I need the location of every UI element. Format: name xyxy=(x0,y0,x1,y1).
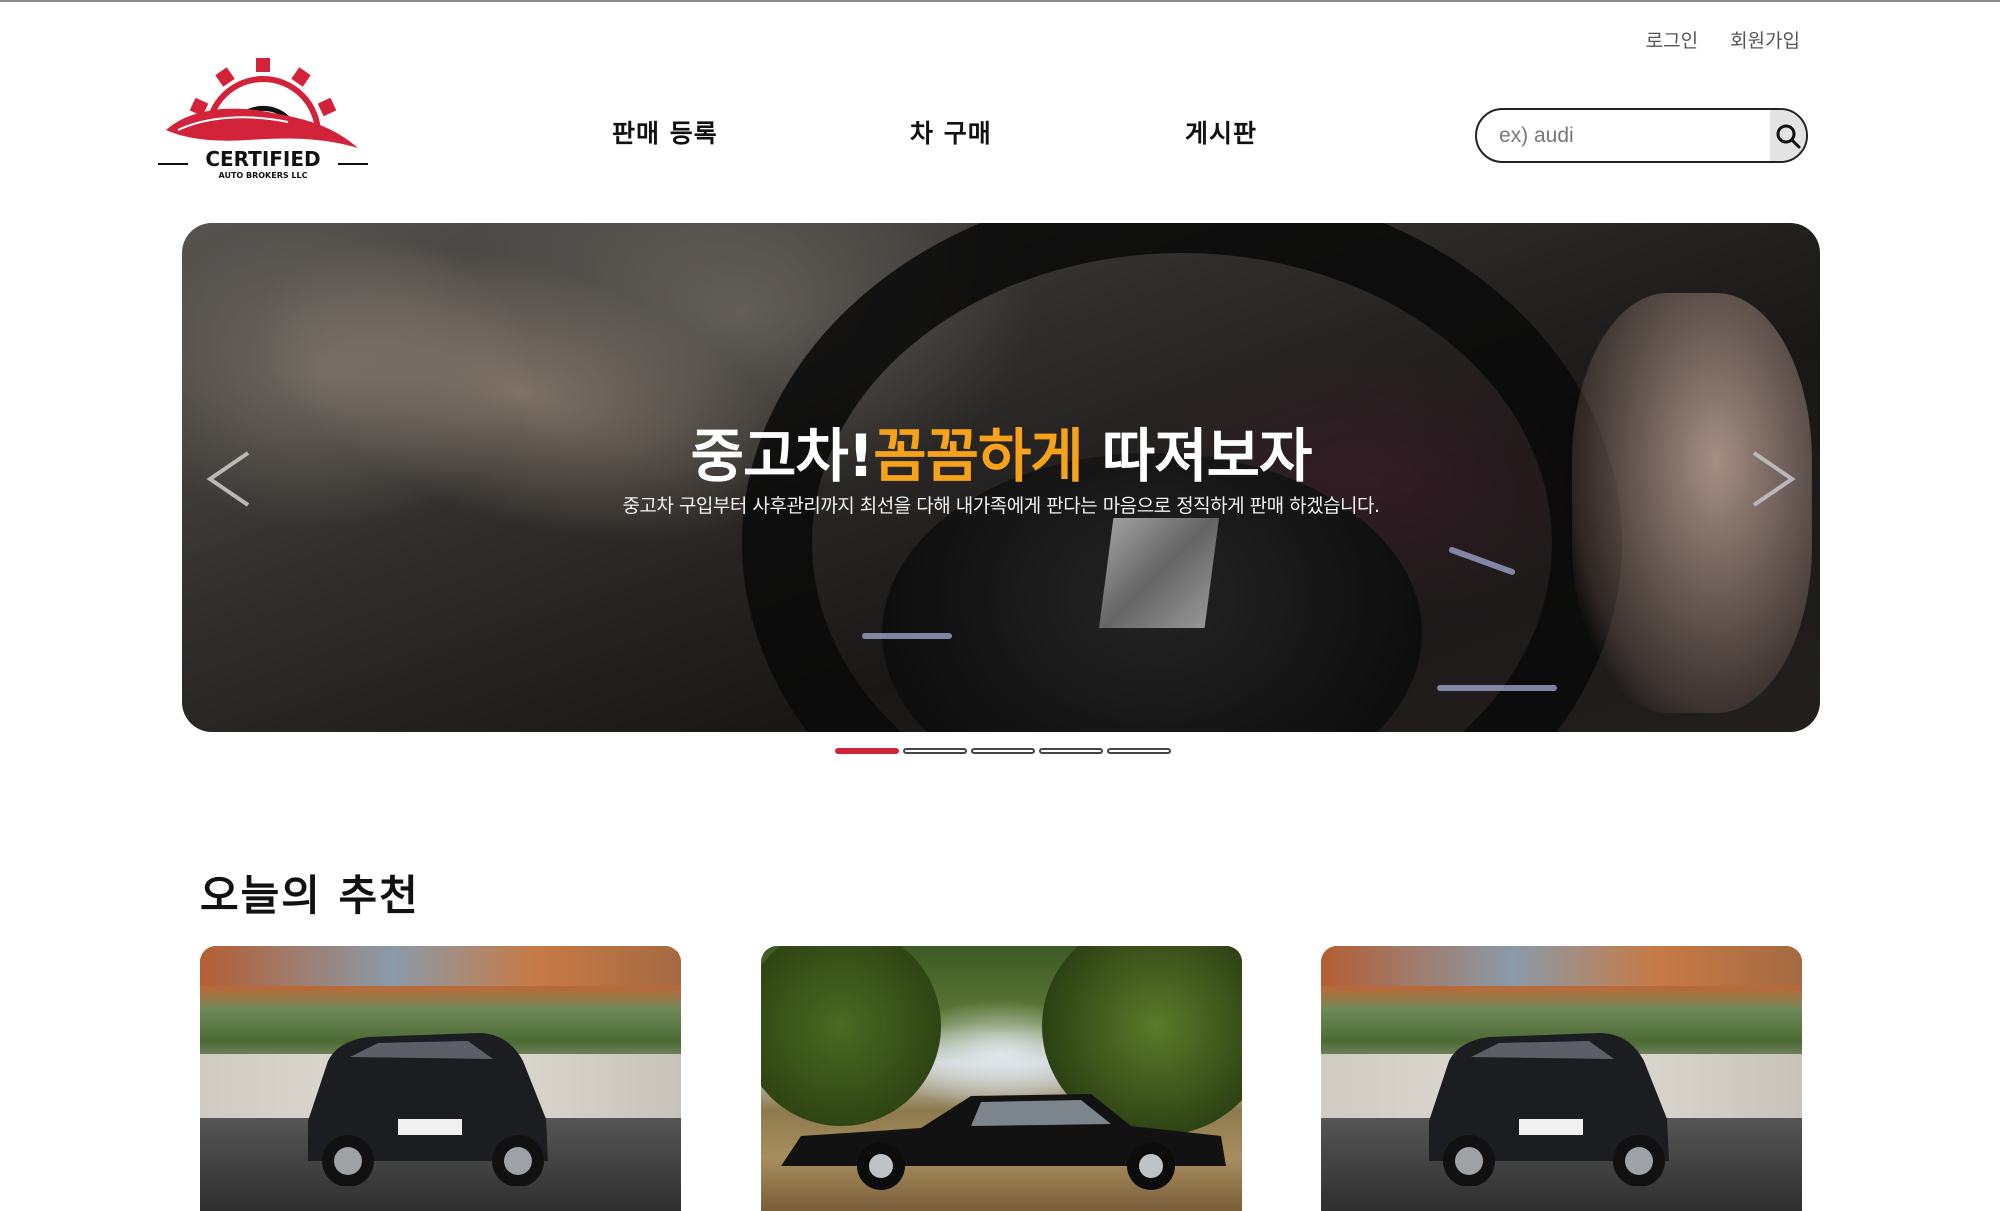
logo-gear-car-icon: CERTIFIED AUTO BROKERS LLC xyxy=(158,58,368,180)
carousel-indicator-1[interactable] xyxy=(835,748,899,754)
search-box xyxy=(1475,108,1808,163)
hero-subline: 중고차 구입부터 사후관리까지 최선을 다해 내가족에게 판다는 마음으로 정직… xyxy=(622,495,1380,517)
carousel-indicator-5[interactable] xyxy=(1107,748,1171,754)
section-title: 오늘의 추천 xyxy=(200,871,420,920)
suv-silhouette xyxy=(1429,1033,1669,1186)
hero-headline-highlight: 꼼꼼하게 xyxy=(873,422,1083,490)
hero-headline: 중고차!꼼꼼하게 따져보자 xyxy=(182,409,1820,493)
car-photo-classic xyxy=(761,946,1242,1211)
logo-subtext: AUTO BROKERS LLC xyxy=(219,171,308,180)
login-link[interactable]: 로그인 xyxy=(1646,26,1698,53)
carousel-indicator-2[interactable] xyxy=(903,748,967,754)
hero-headline-part1: 중고차! xyxy=(690,422,875,490)
carousel-indicator-3[interactable] xyxy=(971,748,1035,754)
carousel-prev-button[interactable] xyxy=(204,439,254,519)
recommend-card-3[interactable] xyxy=(1321,946,1802,1211)
car-photo-suv xyxy=(1321,946,1802,1211)
car-photo-suv xyxy=(200,946,681,1211)
hero-carousel[interactable]: 중고차!꼼꼼하게 따져보자 중고차 구입부터 사후관리까지 최선을 다해 내가족… xyxy=(182,223,1820,732)
site-logo[interactable]: CERTIFIED AUTO BROKERS LLC xyxy=(158,56,368,180)
search-icon xyxy=(1776,124,1801,148)
classic-car-silhouette xyxy=(781,1094,1226,1190)
chevron-right-icon xyxy=(1752,451,1796,507)
main-nav: 판매 등록 차 구매 게시판 xyxy=(560,114,1320,154)
nav-buy-car[interactable]: 차 구매 xyxy=(910,114,992,150)
hero-headline-part2: 따져보자 xyxy=(1082,422,1312,490)
recommend-card-2[interactable] xyxy=(761,946,1242,1211)
carousel-indicators xyxy=(835,748,1171,754)
logo-text: CERTIFIED xyxy=(205,147,320,171)
search-input[interactable] xyxy=(1477,110,1770,161)
signup-link[interactable]: 회원가입 xyxy=(1730,26,1800,53)
recommend-card-1[interactable] xyxy=(200,946,681,1211)
nav-sell-register[interactable]: 판매 등록 xyxy=(612,114,718,150)
chevron-left-icon xyxy=(206,451,250,507)
search-button[interactable] xyxy=(1770,110,1806,161)
carousel-next-button[interactable] xyxy=(1748,439,1798,519)
carousel-indicator-4[interactable] xyxy=(1039,748,1103,754)
utility-links: 로그인 회원가입 xyxy=(1646,26,1800,53)
top-border xyxy=(0,0,2000,2)
suv-silhouette xyxy=(308,1033,548,1186)
nav-board[interactable]: 게시판 xyxy=(1185,114,1257,150)
